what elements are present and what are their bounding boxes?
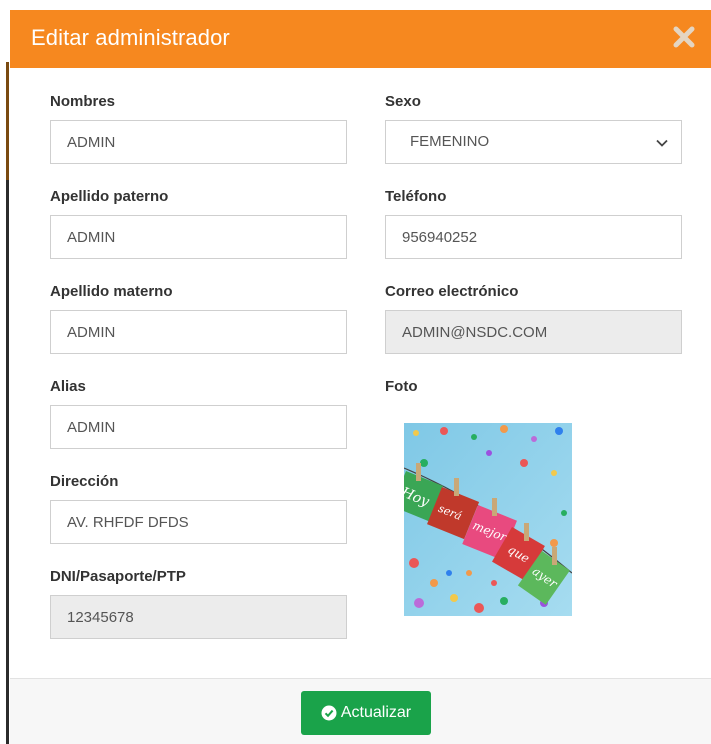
backdrop-edge-border bbox=[6, 180, 9, 744]
dni-input[interactable] bbox=[50, 595, 347, 639]
edit-admin-modal: Editar administrador Nombres Apellido pa… bbox=[10, 10, 711, 744]
sexo-label: Sexo bbox=[385, 93, 421, 110]
modal-title: Editar administrador bbox=[31, 25, 230, 50]
alias-input[interactable] bbox=[50, 405, 347, 449]
apellido-materno-label: Apellido materno bbox=[50, 283, 173, 300]
sexo-select[interactable]: FEMENINO bbox=[385, 120, 682, 164]
alias-label: Alias bbox=[50, 378, 86, 395]
correo-input[interactable] bbox=[385, 310, 682, 354]
telefono-label: Teléfono bbox=[385, 188, 447, 205]
modal-header: Editar administrador bbox=[10, 10, 711, 68]
apellido-paterno-label: Apellido paterno bbox=[50, 188, 169, 205]
close-button[interactable] bbox=[671, 24, 697, 50]
photo-image: Hoy será mejor que ayer bbox=[404, 423, 572, 616]
profile-photo[interactable]: Hoy será mejor que ayer bbox=[404, 423, 572, 616]
close-icon bbox=[673, 26, 695, 48]
check-circle-icon bbox=[321, 705, 337, 721]
update-button[interactable]: Actualizar bbox=[301, 691, 431, 735]
modal-footer: Actualizar bbox=[10, 678, 711, 744]
chevron-down-icon bbox=[656, 139, 668, 147]
backdrop-edge-accent bbox=[6, 62, 9, 182]
update-button-label: Actualizar bbox=[340, 704, 412, 721]
telefono-input[interactable] bbox=[385, 215, 682, 259]
nombres-label: Nombres bbox=[50, 93, 116, 110]
correo-label: Correo electrónico bbox=[385, 283, 519, 300]
page-backdrop bbox=[0, 0, 10, 744]
nombres-input[interactable] bbox=[50, 120, 347, 164]
modal-body: Nombres Apellido paterno Apellido matern… bbox=[10, 68, 711, 678]
sexo-selected-value: FEMENINO bbox=[410, 133, 490, 150]
foto-label: Foto bbox=[385, 378, 418, 395]
apellido-materno-input[interactable] bbox=[50, 310, 347, 354]
dni-label: DNI/Pasaporte/PTP bbox=[50, 568, 186, 585]
apellido-paterno-input[interactable] bbox=[50, 215, 347, 259]
direccion-label: Dirección bbox=[50, 473, 119, 490]
direccion-input[interactable] bbox=[50, 500, 347, 544]
